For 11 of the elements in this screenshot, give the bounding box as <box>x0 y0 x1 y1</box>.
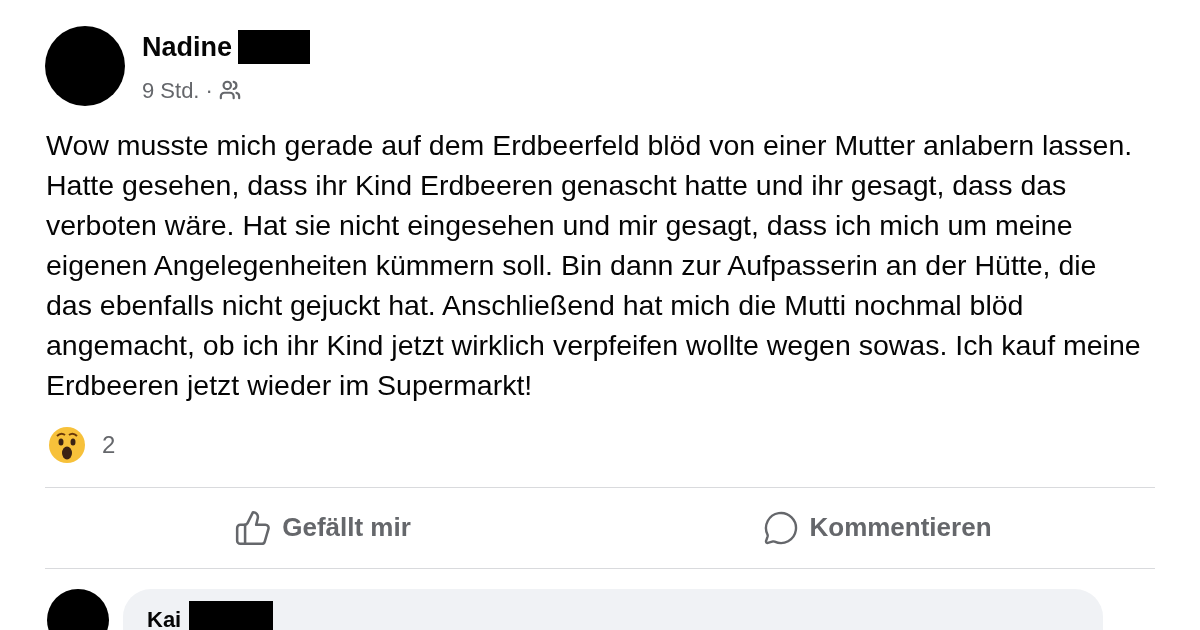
thumbs-up-icon <box>234 508 273 547</box>
post-time[interactable]: 9 Std. · <box>142 73 213 107</box>
comment-author[interactable]: Kai <box>147 602 182 630</box>
author-name[interactable]: Nadine <box>142 27 233 68</box>
comment-button[interactable]: Kommentieren <box>600 487 1155 568</box>
reaction-count[interactable]: 2 <box>102 426 116 463</box>
like-button[interactable]: Gefällt mir <box>45 487 600 568</box>
speech-bubble-icon <box>763 509 800 546</box>
wow-emoji-icon <box>48 425 86 464</box>
post-text: Wow musste mich gerade auf dem Erdbeerfeld blöd von einer Mutter anlabern lassen. Hatte gesehen, dass ihr Kind Erdbeeren genascht hatte und ihr gesagt, dass das verboten wäre. Hat sie nicht eingesehen und mir gesagt, dass ich mich um meine eigenen Angelegenheiten kümmern soll. Bin dann zur Aufpasserin an der Hütte, die das ebenfalls nicht gejuckt hat. Anschließend hat mich die Mutti nochmal blöd angemacht, ob ich ihr Kind jetzt wirklich verpfeifen wollte wegen sowas. Ich kauf meine Erdbeeren jetzt wieder im Supermarkt! <box>46 127 1142 403</box>
people-icon <box>218 79 241 101</box>
